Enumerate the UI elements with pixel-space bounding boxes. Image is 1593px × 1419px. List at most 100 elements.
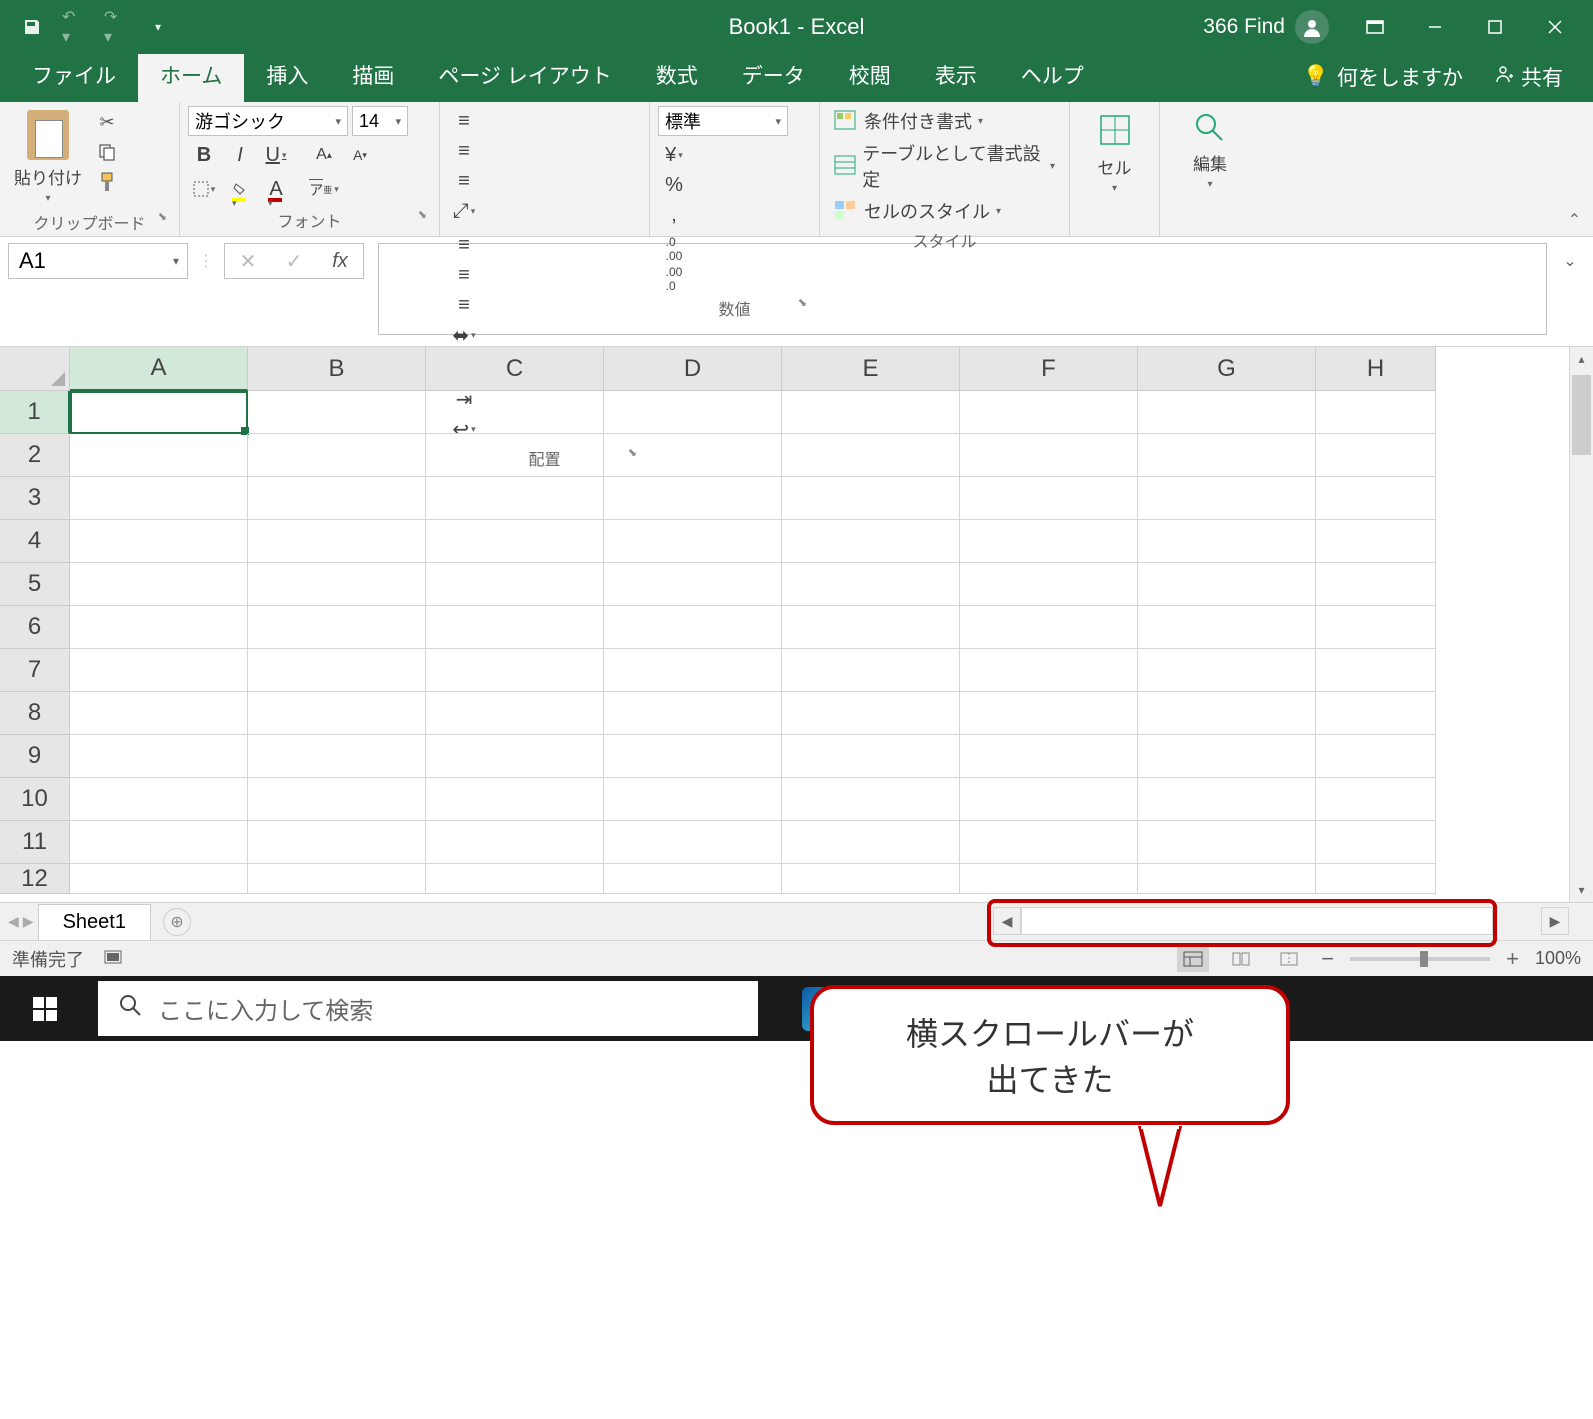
tab-pagelayout[interactable]: ページ レイアウト [416, 48, 633, 102]
horizontal-scroll-track[interactable] [1021, 907, 1493, 935]
tab-insert[interactable]: 挿入 [244, 48, 330, 102]
cell[interactable] [248, 520, 426, 563]
merge-button[interactable]: ⬌ [448, 320, 480, 350]
cell[interactable] [1316, 649, 1436, 692]
tab-review[interactable]: 校閲 [827, 48, 913, 102]
cell[interactable] [426, 692, 604, 735]
cell[interactable] [248, 434, 426, 477]
cell[interactable] [1138, 520, 1316, 563]
name-box[interactable]: A1 [8, 243, 188, 279]
share-button[interactable]: 共有 [1493, 62, 1563, 92]
fill-color-button[interactable] [224, 174, 256, 204]
enter-formula-button[interactable]: ✓ [271, 244, 317, 278]
cell[interactable] [782, 563, 960, 606]
cell[interactable] [604, 391, 782, 434]
cell[interactable] [782, 735, 960, 778]
row-header-5[interactable]: 5 [0, 563, 70, 606]
cell[interactable] [248, 563, 426, 606]
cell[interactable] [604, 692, 782, 735]
cell[interactable] [604, 434, 782, 477]
cell[interactable] [248, 391, 426, 434]
align-left-button[interactable]: ≡ [448, 230, 480, 260]
cell[interactable] [426, 735, 604, 778]
cell[interactable] [604, 649, 782, 692]
cell[interactable] [70, 821, 248, 864]
row-header-4[interactable]: 4 [0, 520, 70, 563]
font-color-button[interactable]: A [260, 174, 292, 204]
cell[interactable] [1316, 391, 1436, 434]
align-center-button[interactable]: ≡ [448, 260, 480, 290]
cell[interactable] [70, 434, 248, 477]
scroll-right-button[interactable]: ▶ [1541, 907, 1569, 935]
cell[interactable] [70, 477, 248, 520]
cell[interactable] [960, 864, 1138, 894]
decrease-decimal-button[interactable]: .00.0 [658, 264, 690, 294]
cell[interactable] [1138, 477, 1316, 520]
cell[interactable] [1316, 520, 1436, 563]
cell-styles-button[interactable]: セルのスタイル ▾ [828, 196, 1007, 226]
cell[interactable] [426, 864, 604, 894]
align-right-button[interactable]: ≡ [448, 290, 480, 320]
format-as-table-button[interactable]: テーブルとして書式設定 ▾ [828, 138, 1061, 194]
row-header-3[interactable]: 3 [0, 477, 70, 520]
cell[interactable] [248, 477, 426, 520]
font-name-combo[interactable]: 游ゴシック [188, 106, 348, 136]
cell[interactable] [1138, 821, 1316, 864]
qat-customize-icon[interactable]: ▾ [146, 15, 170, 39]
sheet-nav-next[interactable]: ▶ [23, 913, 34, 930]
number-group-label[interactable]: 数値 [658, 294, 811, 322]
cell[interactable] [426, 821, 604, 864]
page-layout-view-button[interactable] [1225, 946, 1257, 972]
cell[interactable] [1316, 692, 1436, 735]
tab-home[interactable]: ホーム [138, 48, 244, 102]
cell[interactable] [1316, 434, 1436, 477]
orientation-button[interactable]: ⤢ [448, 196, 480, 226]
sheet-tab-1[interactable]: Sheet1 [38, 904, 151, 940]
cell[interactable] [960, 520, 1138, 563]
tell-me[interactable]: 💡 何をしますか [1303, 62, 1463, 92]
redo-icon[interactable]: ↷ ▾ [104, 15, 128, 39]
expand-formula-bar-button[interactable]: ⌄ [1555, 243, 1585, 271]
row-header-9[interactable]: 9 [0, 735, 70, 778]
column-header-c[interactable]: C [426, 347, 604, 391]
cell[interactable] [1138, 606, 1316, 649]
column-header-b[interactable]: B [248, 347, 426, 391]
cell[interactable] [70, 778, 248, 821]
save-icon[interactable] [20, 15, 44, 39]
cell[interactable] [248, 649, 426, 692]
scroll-down-button[interactable]: ▾ [1570, 878, 1593, 902]
cell[interactable] [782, 477, 960, 520]
cell[interactable] [782, 778, 960, 821]
cell[interactable] [426, 563, 604, 606]
macro-record-icon[interactable] [104, 948, 122, 969]
cell[interactable] [70, 391, 248, 434]
bold-button[interactable]: B [188, 140, 220, 170]
cell[interactable] [960, 563, 1138, 606]
cell[interactable] [426, 606, 604, 649]
decrease-font-button[interactable]: A▾ [344, 140, 376, 170]
tab-draw[interactable]: 描画 [330, 48, 416, 102]
cell[interactable] [604, 563, 782, 606]
cell[interactable] [70, 649, 248, 692]
cell[interactable] [70, 735, 248, 778]
cell[interactable] [960, 649, 1138, 692]
normal-view-button[interactable] [1177, 946, 1209, 972]
column-header-e[interactable]: E [782, 347, 960, 391]
user-account[interactable]: 366 Find [1203, 10, 1329, 44]
cell[interactable] [604, 477, 782, 520]
minimize-button[interactable] [1405, 0, 1465, 54]
zoom-level[interactable]: 100% [1535, 948, 1581, 969]
column-header-d[interactable]: D [604, 347, 782, 391]
cell[interactable] [70, 864, 248, 894]
cell[interactable] [604, 864, 782, 894]
row-header-7[interactable]: 7 [0, 649, 70, 692]
zoom-slider[interactable] [1350, 957, 1490, 961]
zoom-out-button[interactable]: − [1321, 946, 1334, 972]
cell[interactable] [1138, 563, 1316, 606]
horizontal-scrollbar[interactable]: ◀ [993, 907, 1493, 935]
cancel-formula-button[interactable]: ✕ [225, 244, 271, 278]
row-header-8[interactable]: 8 [0, 692, 70, 735]
cell[interactable] [782, 864, 960, 894]
undo-icon[interactable]: ↶ ▾ [62, 15, 86, 39]
cell[interactable] [604, 821, 782, 864]
